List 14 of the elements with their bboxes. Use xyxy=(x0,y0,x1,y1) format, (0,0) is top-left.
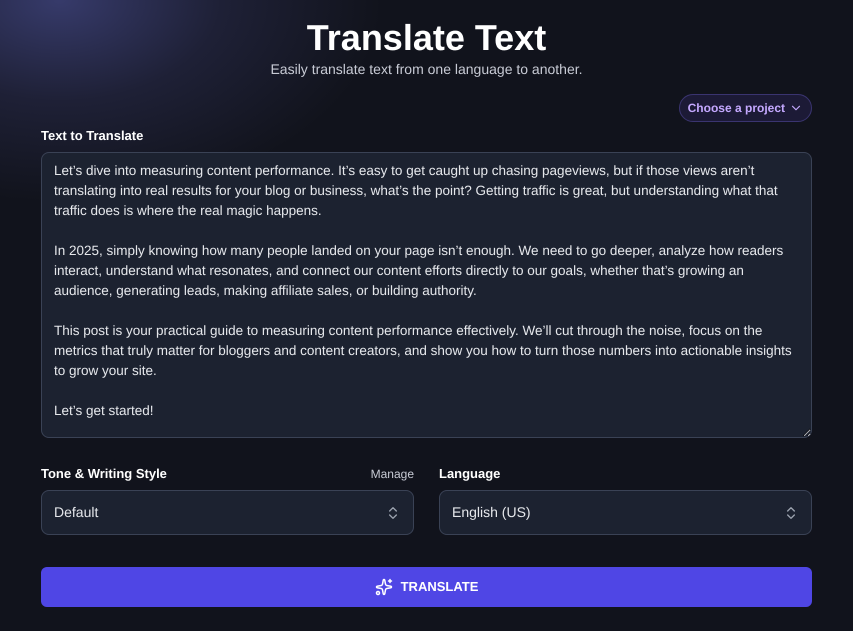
page-title: Translate Text xyxy=(306,16,548,60)
tone-select[interactable]: Default xyxy=(41,490,414,535)
translate-button[interactable]: TRANSLATE xyxy=(41,567,812,607)
sparkles-icon xyxy=(374,578,393,596)
field-label: Tone & Writing Style xyxy=(41,465,167,484)
manage-link[interactable]: Manage xyxy=(370,465,414,483)
select-value: Default xyxy=(54,503,98,522)
project-dropdown[interactable]: Choose a project xyxy=(678,94,812,122)
text-input-area[interactable]: Let’s dive into measuring content performance. It’s easy to get caught up chasing pageviews, but if those views aren’t translating into real results for your blog or business, what’s the point? Getting traffic is great, but understanding what that traffic does is where the real magic happens. In 2025, simply knowing how many people landed on your page isn’t enough. We need to go deeper, analyze how readers interact, understand what resonates, and connect our content efforts directly to our goals, whether that’s growing an audience, generating leads, making affiliate sales, or building authority. This post is your practical guide to measuring content performance effectively. We’ll cut through the noise, focus on the metrics that truly matter for bloggers and content creators, and show you how to turn those numbers into actionable insights to grow your site. Let’s get started! xyxy=(41,152,812,438)
field-label: Text to Translate xyxy=(41,127,144,145)
field-label: Language xyxy=(439,465,500,484)
select-value: English (US) xyxy=(452,503,531,522)
page-subtitle: Easily translate text from one language to another. xyxy=(269,60,584,78)
language-select[interactable]: English (US) xyxy=(439,490,812,535)
